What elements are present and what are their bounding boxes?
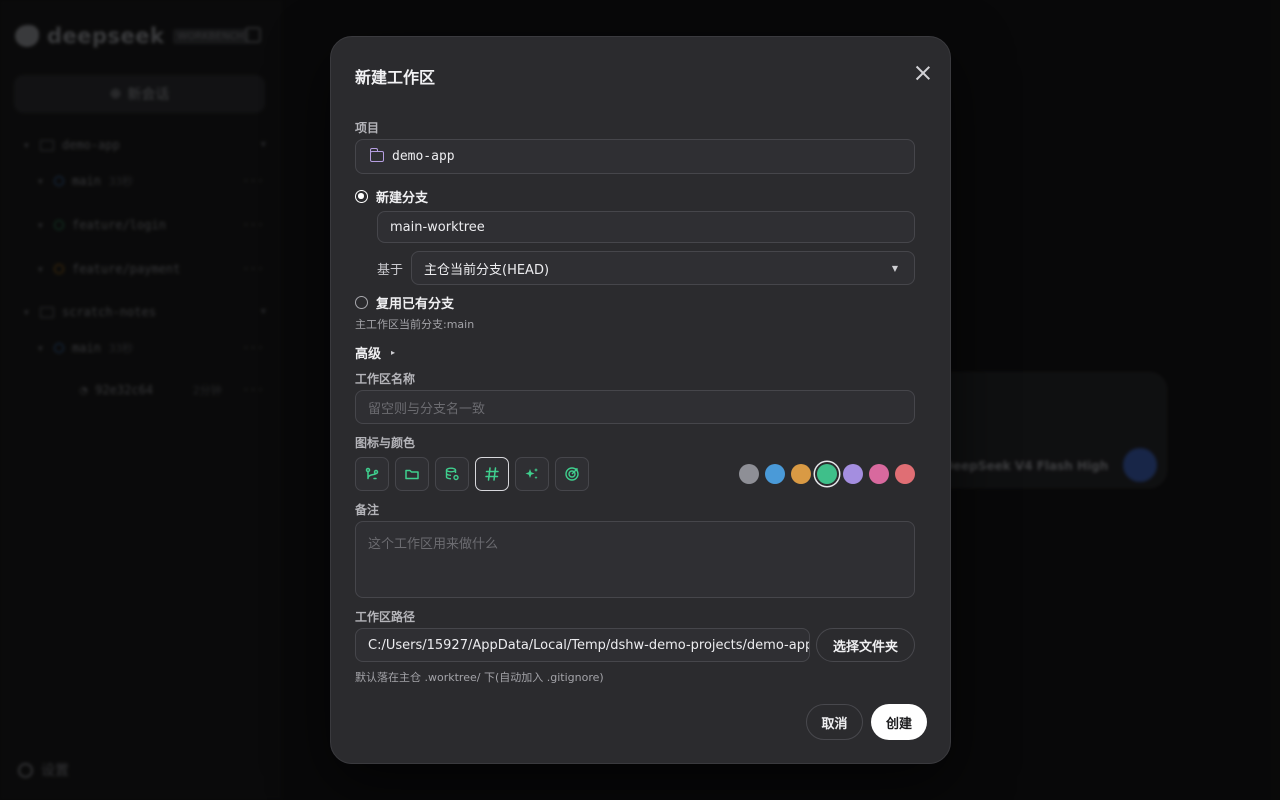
database-icon xyxy=(445,467,459,481)
branch-name-value: main-worktree xyxy=(390,219,485,235)
path-input[interactable]: C:/Users/15927/AppData/Local/Temp/dshw-d… xyxy=(355,628,810,662)
close-icon[interactable] xyxy=(915,65,931,81)
icon-option-git-branch[interactable] xyxy=(355,457,389,491)
base-label: 基于 xyxy=(377,263,404,278)
color-swatch-green[interactable] xyxy=(817,464,837,484)
icon-option-folder[interactable] xyxy=(395,457,429,491)
workspace-name-label: 工作区名称 xyxy=(355,372,416,386)
chevron-down-icon: ▼ xyxy=(891,264,898,273)
current-branch-hint: 主工作区当前分支:main xyxy=(355,318,475,331)
target-icon xyxy=(565,467,579,481)
note-textarea[interactable]: 这个工作区用来做什么 xyxy=(355,521,915,598)
base-branch-value: 主仓当前分支(HEAD) xyxy=(424,262,550,278)
project-label: 项目 xyxy=(355,121,380,135)
color-swatch-orange[interactable] xyxy=(791,464,811,484)
color-swatch-pink[interactable] xyxy=(869,464,889,484)
project-value: demo-app xyxy=(392,149,455,164)
color-swatch-red[interactable] xyxy=(895,464,915,484)
cancel-button[interactable]: 取消 xyxy=(806,704,863,740)
icon-color-label: 图标与颜色 xyxy=(355,436,416,450)
icon-option-sparkles[interactable] xyxy=(515,457,549,491)
new-branch-radio[interactable] xyxy=(355,190,368,203)
reuse-branch-option[interactable]: 复用已有分支 xyxy=(355,293,454,312)
project-field[interactable]: demo-app xyxy=(355,139,915,174)
workspace-name-placeholder: 留空则与分支名一致 xyxy=(368,401,486,417)
base-branch-select[interactable]: 主仓当前分支(HEAD) ▼ xyxy=(411,251,915,285)
git-branch-icon xyxy=(365,467,379,480)
create-button[interactable]: 创建 xyxy=(871,704,927,740)
new-branch-label: 新建分支 xyxy=(376,191,429,206)
icon-option-hash[interactable] xyxy=(475,457,509,491)
path-label: 工作区路径 xyxy=(355,610,416,624)
folder-icon xyxy=(405,469,419,480)
folder-icon xyxy=(369,148,384,162)
dialog-title: 新建工作区 xyxy=(355,68,436,87)
advanced-label: 高级 xyxy=(355,347,382,362)
new-workspace-dialog: 新建工作区 项目 demo-app 新建分支 main-worktree 基于 … xyxy=(330,36,951,764)
caret-right-icon: ▸ xyxy=(391,348,396,357)
path-value: C:/Users/15927/AppData/Local/Temp/dshw-d… xyxy=(368,637,810,653)
reuse-branch-radio[interactable] xyxy=(355,296,368,309)
note-placeholder: 这个工作区用来做什么 xyxy=(368,537,499,552)
color-swatch-purple[interactable] xyxy=(843,464,863,484)
color-picker xyxy=(739,464,915,484)
reuse-branch-label: 复用已有分支 xyxy=(376,297,455,312)
icon-option-database[interactable] xyxy=(435,457,469,491)
color-swatch-gray[interactable] xyxy=(739,464,759,484)
color-swatch-blue[interactable] xyxy=(765,464,785,484)
workspace-name-input[interactable]: 留空则与分支名一致 xyxy=(355,390,915,424)
advanced-toggle[interactable]: 高级 ▸ xyxy=(355,343,395,362)
new-branch-option[interactable]: 新建分支 xyxy=(355,187,428,206)
sparkles-icon xyxy=(525,468,538,480)
icon-option-target[interactable] xyxy=(555,457,589,491)
branch-name-input[interactable]: main-worktree xyxy=(377,211,915,243)
choose-folder-button[interactable]: 选择文件夹 xyxy=(816,628,915,662)
path-hint: 默认落在主仓 .worktree/ 下(自动加入 .gitignore) xyxy=(355,671,604,684)
note-label: 备注 xyxy=(355,503,380,517)
icon-picker xyxy=(355,457,589,491)
hash-icon xyxy=(485,467,499,481)
